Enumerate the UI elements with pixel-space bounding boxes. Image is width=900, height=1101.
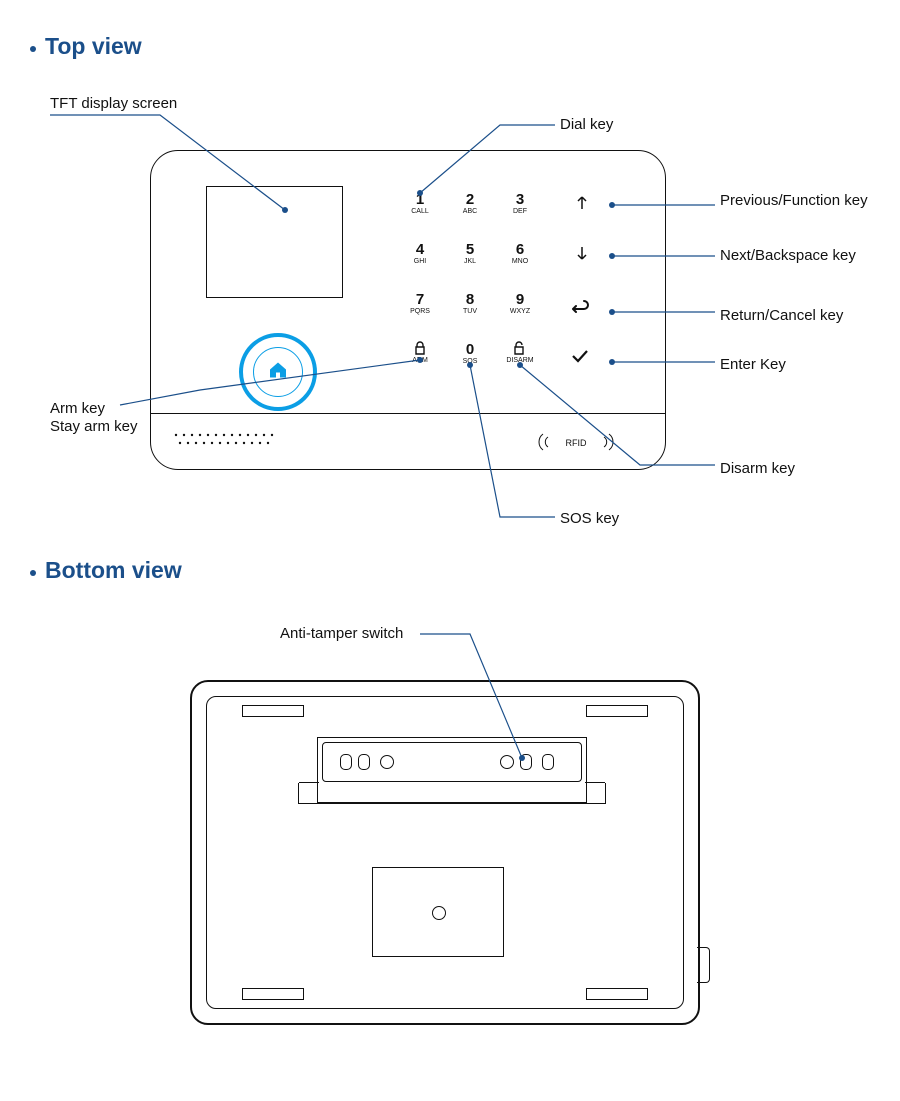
key-sub: SOS (451, 358, 489, 365)
key-return[interactable] (569, 299, 591, 321)
device-top-view: 1 CALL 2 ABC 3 DEF 4 GHI 5 JKL 6 MNO 7 P… (150, 150, 666, 470)
rfid-zone[interactable]: RFID (531, 431, 621, 456)
screw-hole-icon (432, 906, 446, 920)
label-arm: Arm key (50, 400, 105, 419)
key-arm[interactable]: ARM (401, 341, 439, 364)
home-icon (267, 360, 289, 385)
key-1-dial[interactable]: 1 CALL (401, 191, 439, 215)
rubber-foot (242, 988, 304, 1000)
label-disarm: Disarm key (720, 460, 795, 479)
key-sub: PQRS (401, 308, 439, 315)
mount-bracket-lip (298, 783, 606, 804)
key-enter[interactable] (569, 349, 591, 371)
rubber-foot (242, 705, 304, 717)
key-8[interactable]: 8 TUV (451, 291, 489, 315)
key-sub: WXYZ (501, 308, 539, 315)
key-2[interactable]: 2 ABC (451, 191, 489, 215)
device-bottom-view (190, 680, 700, 1025)
screen-inner (213, 193, 336, 291)
label-next-backspace: Next/Backspace key (720, 247, 880, 266)
speaker-grille (171, 429, 281, 451)
return-icon (570, 300, 590, 317)
arrow-down-icon (575, 248, 589, 265)
key-sub: CALL (401, 208, 439, 215)
mount-slot (340, 754, 352, 770)
key-num: 6 (516, 241, 524, 258)
key-num: 0 (466, 341, 474, 358)
rubber-foot (586, 988, 648, 1000)
key-next[interactable] (571, 245, 593, 267)
key-sub: TUV (451, 308, 489, 315)
home-button[interactable] (239, 333, 317, 411)
key-3[interactable]: 3 DEF (501, 191, 539, 215)
mount-slot (358, 754, 370, 770)
key-num: 8 (466, 291, 474, 308)
rubber-foot (586, 705, 648, 717)
lock-closed-icon (401, 341, 439, 357)
bullet-icon (30, 570, 36, 576)
label-sos: SOS key (560, 510, 619, 529)
page: Top view TFT display screen Dial key Pre… (0, 0, 900, 1101)
label-prev-function: Previous/Function key (720, 192, 880, 211)
key-9[interactable]: 9 WXYZ (501, 291, 539, 315)
bottom-inner-frame (206, 696, 684, 1009)
key-previous[interactable] (571, 195, 593, 217)
label-dial: Dial key (560, 116, 613, 135)
key-sub: ARM (401, 357, 439, 364)
key-sub: GHI (401, 258, 439, 265)
label-stay-arm: Stay arm key (50, 418, 138, 437)
key-0-sos[interactable]: 0 SOS (451, 341, 489, 365)
key-disarm[interactable]: DISARM (501, 341, 539, 364)
key-num: 1 (416, 191, 424, 208)
key-6[interactable]: 6 MNO (501, 241, 539, 265)
label-enter: Enter Key (720, 356, 786, 375)
side-port (697, 947, 710, 983)
device-divider (151, 413, 665, 414)
key-4[interactable]: 4 GHI (401, 241, 439, 265)
bullet-icon (30, 46, 36, 52)
anti-tamper-switch[interactable] (520, 754, 532, 770)
tft-display-screen (206, 186, 343, 298)
key-num: 2 (466, 191, 474, 208)
arrow-up-icon (575, 198, 589, 215)
mount-hole (380, 755, 394, 769)
key-num: 5 (466, 241, 474, 258)
lock-open-icon (501, 341, 539, 357)
key-sub: DEF (501, 208, 539, 215)
rating-label-area (372, 867, 504, 957)
key-num: 7 (416, 291, 424, 308)
key-sub: DISARM (501, 357, 539, 364)
mount-bracket (317, 737, 587, 803)
mount-slot (542, 754, 554, 770)
key-num: 3 (516, 191, 524, 208)
key-7[interactable]: 7 PQRS (401, 291, 439, 315)
key-sub: JKL (451, 258, 489, 265)
key-sub: MNO (501, 258, 539, 265)
key-num: 9 (516, 291, 524, 308)
label-tft: TFT display screen (50, 95, 177, 114)
section-title-top: Top view (45, 33, 142, 60)
key-sub: ABC (451, 208, 489, 215)
key-num: 4 (416, 241, 424, 258)
check-icon (571, 350, 589, 367)
key-5[interactable]: 5 JKL (451, 241, 489, 265)
rfid-text: RFID (566, 438, 587, 448)
section-title-bottom: Bottom view (45, 557, 182, 584)
label-anti-tamper: Anti-tamper switch (280, 625, 403, 644)
mount-hole (500, 755, 514, 769)
home-button-inner (253, 347, 303, 397)
label-return-cancel: Return/Cancel key (720, 307, 843, 326)
